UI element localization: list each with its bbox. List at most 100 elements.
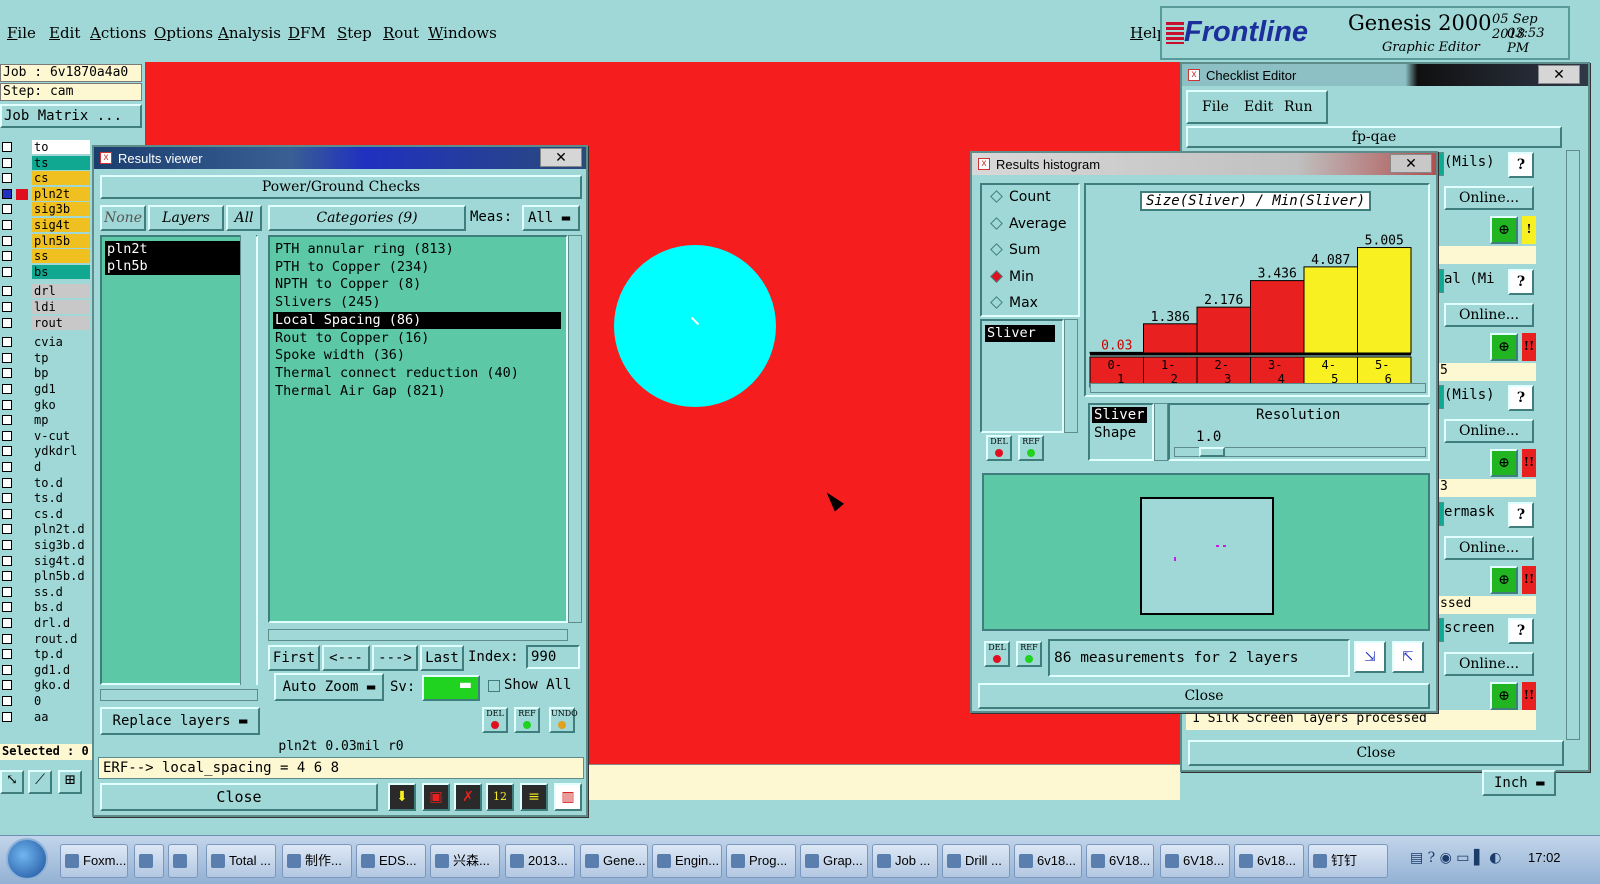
online-button[interactable]: Online... xyxy=(1444,535,1534,560)
units-select[interactable]: Inch ▬ xyxy=(1482,770,1556,796)
close-icon[interactable]: ✕ xyxy=(540,148,582,167)
taskbar-item[interactable]: EDS... xyxy=(356,844,426,878)
checklist-close-button[interactable]: Close xyxy=(1188,740,1564,766)
category-item[interactable]: PTH annular ring (813) xyxy=(273,241,561,258)
help-icon[interactable]: ? xyxy=(1508,152,1534,178)
layer-row[interactable]: aa xyxy=(0,709,90,725)
taskbar-item[interactable]: Prog... xyxy=(726,844,796,878)
categories-hscrollbar[interactable] xyxy=(268,629,568,641)
results-viewer-titlebar[interactable]: x Results viewer ✕ xyxy=(94,147,586,169)
zoom-icon[interactable]: ⊕ xyxy=(1490,682,1518,710)
checklist-menu-run[interactable]: Run xyxy=(1284,99,1313,115)
layer-checkbox[interactable] xyxy=(2,368,12,379)
categories-scrollbar[interactable] xyxy=(568,235,582,623)
number-icon[interactable]: 12 xyxy=(486,783,514,811)
next-button[interactable]: ---> xyxy=(372,645,418,671)
category-item[interactable]: Thermal connect reduction (40) xyxy=(273,365,561,382)
layer-checkbox[interactable] xyxy=(2,384,12,394)
mode-radio-min[interactable]: Min xyxy=(990,269,1034,285)
shape-item-sliver[interactable]: Sliver xyxy=(1092,407,1147,423)
layer-checkbox[interactable] xyxy=(2,586,12,597)
layer-checkbox[interactable] xyxy=(2,157,12,168)
category-item[interactable]: Slivers (245) xyxy=(273,294,561,311)
layer-checkbox[interactable] xyxy=(2,188,12,199)
last-button[interactable]: Last xyxy=(420,645,464,671)
layer-row[interactable]: gd1 xyxy=(0,382,90,397)
layer-row[interactable]: bs xyxy=(0,264,90,280)
checklist-menu-edit[interactable]: Edit xyxy=(1244,99,1273,115)
layer-row[interactable]: mp xyxy=(0,413,90,428)
menu-options[interactable]: Options xyxy=(154,24,213,42)
index-input[interactable]: 990 xyxy=(526,645,580,669)
online-button[interactable]: Online... xyxy=(1444,186,1534,210)
layer-row[interactable]: tp.d xyxy=(0,647,90,662)
layer-row[interactable]: rout.d xyxy=(0,631,90,647)
layer-row[interactable]: sig4t xyxy=(0,218,90,233)
layer-checkbox[interactable] xyxy=(2,286,12,297)
layer-row[interactable]: gko xyxy=(0,397,90,413)
histogram-titlebar[interactable]: x Results histogram ✕ xyxy=(972,153,1436,175)
help-icon[interactable]: ? xyxy=(1508,268,1534,295)
taskbar-item[interactable]: Foxm... xyxy=(60,844,128,878)
zoom-icon[interactable]: ⊕ xyxy=(1490,565,1518,594)
import-icon[interactable]: ⇱ xyxy=(1392,641,1424,673)
histogram-bar[interactable] xyxy=(1357,247,1412,354)
layer-row[interactable]: drl xyxy=(0,284,90,299)
layer-row[interactable]: cs.d xyxy=(0,506,90,522)
layers-listbox[interactable]: pln2t pln5b xyxy=(100,235,258,685)
layer-row[interactable]: drl.d xyxy=(0,616,90,631)
layer-row[interactable]: sig4t.d xyxy=(0,553,90,569)
preview-ref-icon[interactable]: REF xyxy=(1016,641,1042,667)
layer-row[interactable]: to.d xyxy=(0,475,90,491)
histogram-close-button[interactable]: Close xyxy=(978,683,1430,709)
layer-checkbox[interactable] xyxy=(2,266,12,277)
layer-row[interactable]: bs.d xyxy=(0,600,90,615)
layer-row[interactable]: sig3b.d xyxy=(0,538,90,553)
mode-radio-count[interactable]: Count xyxy=(990,189,1051,205)
close-icon[interactable]: ✕ xyxy=(1538,65,1580,84)
first-button[interactable]: First xyxy=(268,645,320,671)
layer-row[interactable]: ts xyxy=(0,155,90,171)
category-item[interactable]: PTH to Copper (234) xyxy=(273,259,561,276)
category-item[interactable]: Rout to Copper (16) xyxy=(273,330,561,347)
measure-tool-icon[interactable]: ⟋ xyxy=(28,770,52,794)
layer-checkbox[interactable] xyxy=(2,317,12,328)
layer-row[interactable]: 0 xyxy=(0,694,90,709)
layer-row[interactable]: ts.d xyxy=(0,491,90,506)
results-close-button[interactable]: Close xyxy=(100,783,378,811)
layer-row[interactable]: ss xyxy=(0,249,90,264)
help-icon[interactable]: ? xyxy=(1508,501,1534,528)
layer-checkbox[interactable] xyxy=(2,633,12,644)
meas-select[interactable]: All ▬ xyxy=(522,205,580,231)
screen-icon[interactable]: ▣ xyxy=(422,783,450,811)
layer-checkbox[interactable] xyxy=(2,618,12,628)
layer-row[interactable]: gd1.d xyxy=(0,662,90,678)
job-matrix-button[interactable]: Job Matrix ... xyxy=(0,104,142,128)
layer-row[interactable]: gko.d xyxy=(0,678,90,693)
layer-row[interactable]: ldi xyxy=(0,300,90,315)
menu-analysis[interactable]: Analysis xyxy=(218,24,281,42)
menu-windows[interactable]: Windows xyxy=(428,24,497,42)
layer-row[interactable]: d xyxy=(0,460,90,475)
mode-radio-max[interactable]: Max xyxy=(990,295,1038,311)
category-item[interactable]: Thermal Air Gap (821) xyxy=(273,383,561,400)
help-icon[interactable]: ? xyxy=(1508,385,1534,411)
layer-checkbox[interactable] xyxy=(2,493,12,504)
shape-item-shape[interactable]: Shape xyxy=(1094,425,1136,441)
layer-row[interactable]: ss.d xyxy=(0,584,90,600)
taskbar-item[interactable]: 6V18... xyxy=(1086,844,1154,878)
layer-row[interactable]: pln2t.d xyxy=(0,522,90,537)
layer-checkbox[interactable] xyxy=(2,571,12,582)
categories-listbox[interactable]: PTH annular ring (813) PTH to Copper (234… xyxy=(268,235,568,623)
taskbar-item[interactable]: 制作... xyxy=(282,844,352,878)
export-icon[interactable]: ⇲ xyxy=(1354,641,1386,673)
menu-rout[interactable]: Rout xyxy=(383,24,419,42)
zoom-icon[interactable]: ⊕ xyxy=(1490,216,1518,244)
layer-checkbox[interactable] xyxy=(2,235,12,246)
layer-checkbox[interactable] xyxy=(2,173,12,184)
category-item[interactable]: Spoke width (36) xyxy=(273,347,561,364)
layer-checkbox[interactable] xyxy=(2,251,12,262)
cancel-grid-icon[interactable]: ✗ xyxy=(454,783,482,811)
checklist-titlebar[interactable]: x Checklist Editor ✕ xyxy=(1182,64,1588,86)
resolution-slider[interactable] xyxy=(1174,447,1426,457)
